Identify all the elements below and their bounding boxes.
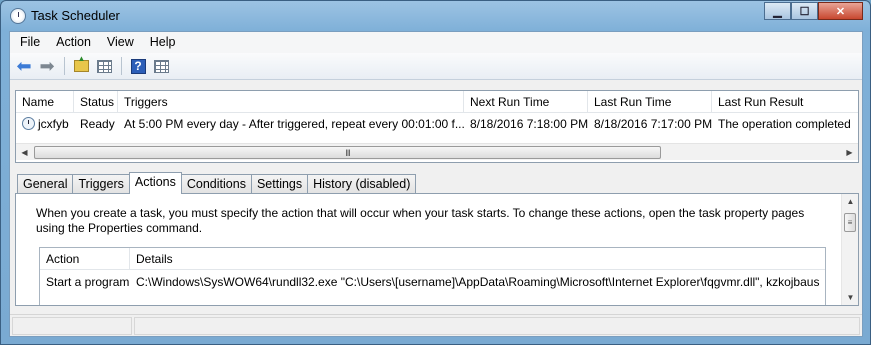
scroll-right-icon[interactable]: ▶: [841, 144, 858, 161]
menu-bar: File Action View Help: [10, 32, 862, 53]
table-row[interactable]: jcxfyb Ready At 5:00 PM every day - Afte…: [16, 113, 858, 135]
horizontal-scroll-thumb[interactable]: III: [34, 146, 661, 159]
tab-general[interactable]: General: [17, 174, 74, 194]
title-bar[interactable]: Task Scheduler ▁ ☐ ✕: [1, 1, 870, 31]
menu-action[interactable]: Action: [48, 32, 99, 53]
help-icon: ?: [130, 58, 146, 74]
up-one-level-button[interactable]: [70, 54, 92, 76]
menu-help[interactable]: Help: [142, 32, 184, 53]
column-header-name[interactable]: Name: [16, 91, 74, 113]
task-scheduler-window: Task Scheduler ▁ ☐ ✕ File Action View He…: [0, 0, 871, 345]
back-arrow-icon: ⬅: [16, 56, 32, 76]
task-name: jcxfyb: [38, 117, 69, 131]
forward-arrow-icon: ➡: [39, 56, 55, 76]
task-name-cell: jcxfyb: [16, 113, 74, 135]
task-next-run-time: 8/18/2016 7:18:00 PM: [470, 117, 588, 131]
task-last-run-time: 8/18/2016 7:17:00 PM: [594, 117, 712, 131]
task-list-header: Name Status Triggers Next Run Time Last …: [16, 91, 858, 113]
tab-conditions[interactable]: Conditions: [180, 174, 252, 194]
menu-view[interactable]: View: [99, 32, 142, 53]
status-pane: [12, 317, 132, 335]
show-hide-console-tree-button[interactable]: [93, 56, 115, 76]
window-title: Task Scheduler: [31, 8, 120, 23]
action-details: C:\Windows\SysWOW64\rundll32.exe "C:\Use…: [136, 275, 820, 289]
tab-triggers[interactable]: Triggers: [72, 174, 130, 194]
forward-button[interactable]: ➡: [36, 56, 58, 76]
table-row[interactable]: Start a program C:\Windows\SysWOW64\rund…: [40, 270, 825, 294]
vertical-scroll-thumb[interactable]: ≡: [844, 213, 856, 232]
client-area: File Action View Help ⬅ ➡ ? Name Status …: [9, 31, 863, 337]
tab-actions[interactable]: Actions: [128, 172, 182, 194]
actions-table-header: Action Details: [40, 248, 825, 270]
column-header-status[interactable]: Status: [74, 91, 118, 113]
clock-app-icon: [10, 8, 26, 24]
actions-table: Action Details Start a program C:\Window…: [39, 247, 826, 305]
toolbar: ⬅ ➡ ?: [10, 53, 862, 80]
scroll-down-icon[interactable]: ▼: [842, 290, 858, 305]
scroll-left-icon[interactable]: ◀: [16, 144, 33, 161]
menu-file[interactable]: File: [12, 32, 48, 53]
column-header-action[interactable]: Action: [40, 248, 130, 270]
help-button[interactable]: ?: [127, 56, 149, 76]
column-header-last-run-time[interactable]: Last Run Time: [588, 91, 712, 113]
back-button[interactable]: ⬅: [13, 56, 35, 76]
column-header-last-run-result[interactable]: Last Run Result: [712, 91, 858, 113]
show-hide-action-pane-icon: [153, 59, 169, 73]
task-status: Ready: [80, 117, 115, 131]
actions-description: When you create a task, you must specify…: [36, 206, 805, 235]
scroll-up-icon[interactable]: ▲: [842, 194, 858, 209]
horizontal-scrollbar[interactable]: ◀ III ▶: [16, 143, 858, 160]
minimize-button[interactable]: ▁: [764, 2, 791, 20]
show-hide-console-tree-icon: [96, 59, 112, 73]
task-list: Name Status Triggers Next Run Time Last …: [15, 90, 859, 163]
up-folder-icon: [73, 54, 89, 72]
task-clock-icon: [22, 117, 35, 130]
column-header-details[interactable]: Details: [130, 248, 825, 270]
details-tabs: General Triggers Actions Conditions Sett…: [17, 172, 417, 194]
column-header-triggers[interactable]: Triggers: [118, 91, 464, 113]
show-hide-action-pane-button[interactable]: [150, 56, 172, 76]
maximize-button[interactable]: ☐: [791, 2, 818, 20]
status-pane: [134, 317, 860, 335]
task-triggers: At 5:00 PM every day - After triggered, …: [124, 117, 464, 131]
actions-tab-panel: When you create a task, you must specify…: [15, 193, 859, 306]
tab-settings[interactable]: Settings: [250, 174, 309, 194]
vertical-scrollbar[interactable]: ▲ ≡ ▼: [841, 194, 858, 305]
action-type: Start a program: [46, 275, 130, 289]
toolbar-separator: [121, 57, 122, 75]
window-controls: ▁ ☐ ✕: [764, 2, 863, 20]
column-header-next-run-time[interactable]: Next Run Time: [464, 91, 588, 113]
close-button[interactable]: ✕: [818, 2, 863, 20]
status-bar: [10, 314, 862, 336]
task-last-run-result: The operation completed: [718, 117, 851, 131]
toolbar-separator: [64, 57, 65, 75]
tab-history[interactable]: History (disabled): [307, 174, 417, 194]
